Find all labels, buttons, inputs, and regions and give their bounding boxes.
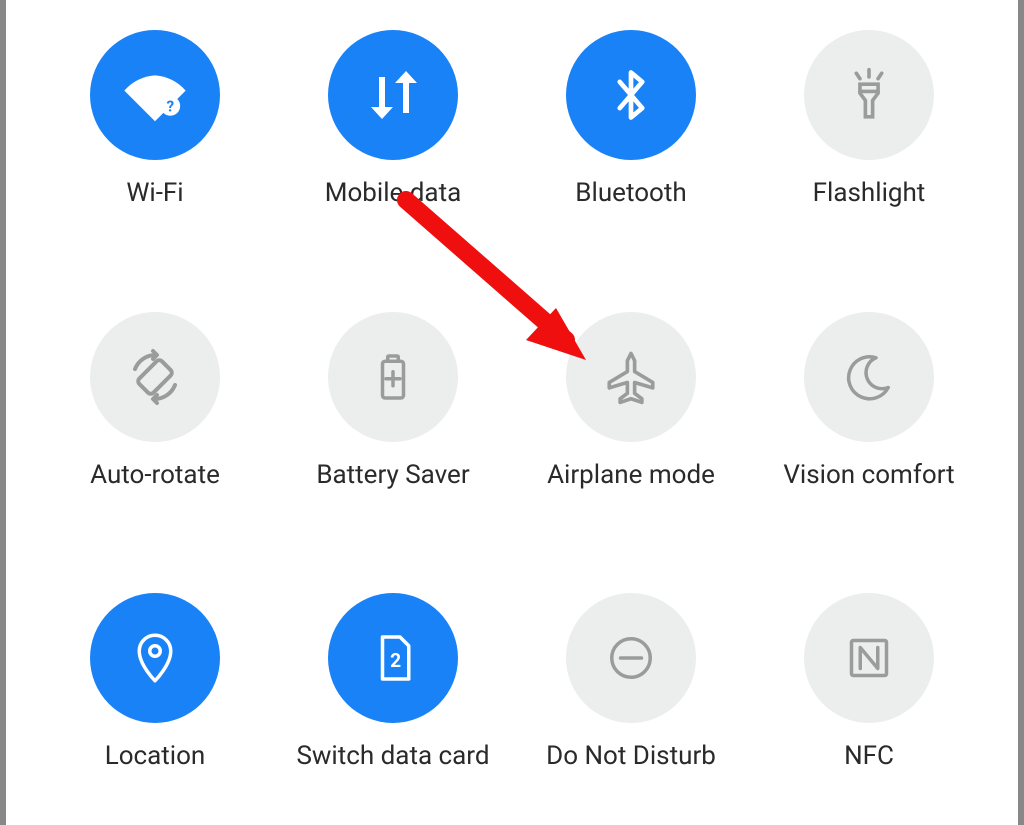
tile-wifi[interactable]: ? Wi-Fi [36,30,274,252]
tile-label: Auto-rotate [90,460,220,490]
data-arrows-icon [328,30,458,160]
quick-settings-grid: ? Wi-Fi Mobile data Bluetooth [36,30,988,815]
tile-label: Do Not Disturb [546,741,716,771]
flashlight-icon [804,30,934,160]
tile-label: Bluetooth [575,178,686,208]
tile-nfc[interactable]: NFC [750,593,988,815]
battery-saver-icon [328,312,458,442]
dnd-icon [566,593,696,723]
moon-icon [804,312,934,442]
quick-settings-panel: ? Wi-Fi Mobile data Bluetooth [6,0,1018,825]
tile-label: Mobile data [325,178,461,208]
tile-airplane-mode[interactable]: Airplane mode [512,312,750,534]
tile-flashlight[interactable]: Flashlight [750,30,988,252]
tile-switch-data-card[interactable]: 2 Switch data card [274,593,512,815]
airplane-icon [566,312,696,442]
nfc-icon [804,593,934,723]
location-pin-icon [90,593,220,723]
tile-do-not-disturb[interactable]: Do Not Disturb [512,593,750,815]
tile-label: Wi-Fi [126,178,183,208]
tile-battery-saver[interactable]: Battery Saver [274,312,512,534]
tile-bluetooth[interactable]: Bluetooth [512,30,750,252]
wifi-icon: ? [90,30,220,160]
sim-slot-number: 2 [390,649,401,672]
tile-location[interactable]: Location [36,593,274,815]
tile-auto-rotate[interactable]: Auto-rotate [36,312,274,534]
tile-label: Vision comfort [783,460,954,490]
bluetooth-icon [566,30,696,160]
tile-label: Airplane mode [547,460,715,490]
tile-label: Flashlight [813,178,926,208]
auto-rotate-icon [90,312,220,442]
tile-label: Switch data card [296,741,489,771]
tile-label: NFC [844,741,894,771]
tile-label: Battery Saver [316,460,469,490]
tile-mobile-data[interactable]: Mobile data [274,30,512,252]
tile-label: Location [105,741,206,771]
sim-card-icon: 2 [328,593,458,723]
svg-text:?: ? [167,97,175,115]
tile-vision-comfort[interactable]: Vision comfort [750,312,988,534]
